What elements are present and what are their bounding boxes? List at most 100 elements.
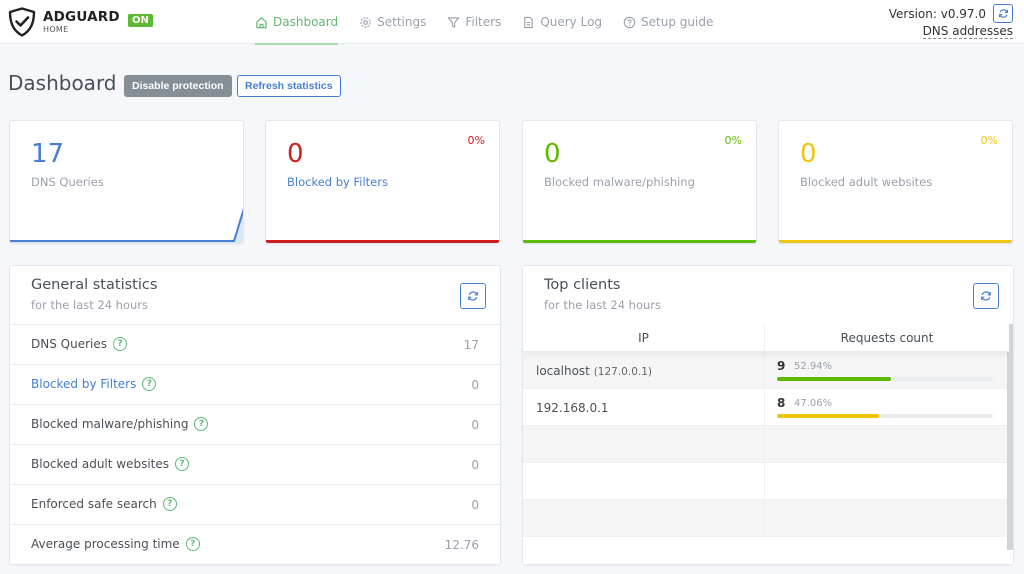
table-row: 192.168.0.1 8 47.06% [523, 389, 1009, 426]
nav-settings-label: Settings [377, 15, 427, 29]
stats-row-value: 12.76 [444, 538, 479, 552]
top-clients-panel: Top clients for the last 24 hours IP Req… [522, 265, 1014, 565]
general-stats-list: DNS Queries? 17 Blocked by Filters? 0 Bl… [10, 324, 500, 564]
page-title: Dashboard [8, 71, 117, 95]
stats-row-value: 0 [471, 378, 479, 392]
stat-label: DNS Queries [31, 175, 104, 189]
nav-setup-guide[interactable]: Setup guide [623, 0, 713, 44]
help-circle-icon [623, 16, 636, 28]
stat-percent: 0% [980, 134, 998, 147]
nav-filters[interactable]: Filters [447, 0, 501, 44]
stat-value: 0 [544, 139, 561, 169]
stats-row-label: DNS Queries [31, 337, 107, 351]
dns-addresses-link[interactable]: DNS addresses [922, 25, 1013, 39]
request-count: 8 [777, 396, 786, 410]
home-icon [256, 16, 267, 28]
stat-label: Blocked adult websites [800, 175, 933, 189]
help-icon[interactable]: ? [162, 497, 177, 511]
filter-icon [448, 16, 460, 28]
nav-settings[interactable]: Settings [359, 0, 426, 44]
stats-row-value: 0 [471, 418, 479, 432]
panel-subtitle: for the last 24 hours [544, 298, 662, 312]
client-name: 192.168.0.1 [536, 401, 609, 415]
panel-subtitle: for the last 24 hours [31, 298, 149, 312]
protection-status-badge: ON [128, 14, 153, 27]
request-progress-fill [777, 377, 892, 381]
help-icon[interactable]: ? [112, 337, 127, 351]
refresh-icon [468, 291, 478, 301]
nav-query-log[interactable]: Query Log [522, 0, 602, 44]
sparkline-line [10, 208, 243, 242]
table-row-empty [523, 500, 1009, 537]
stat-card-blocked-filters: 0 Blocked by Filters 0% [265, 120, 500, 244]
nav-query-log-label: Query Log [540, 15, 603, 29]
request-percent: 52.94% [794, 361, 833, 372]
panel-title: General statistics [31, 277, 158, 293]
adguard-shield-logo-icon [8, 7, 36, 37]
stats-row-blocked-malware: Blocked malware/phishing? 0 [10, 404, 500, 444]
stat-label: Blocked malware/phishing [544, 175, 695, 189]
refresh-top-clients-button[interactable] [973, 283, 999, 309]
stat-card-blocked-malware: 0 Blocked malware/phishing 0% [522, 120, 757, 244]
main-nav: Dashboard Settings Filters Query Log Set… [255, 0, 734, 45]
request-progress-track [777, 377, 993, 381]
stats-row-value: 0 [471, 458, 479, 472]
document-icon [524, 16, 534, 28]
gear-icon [360, 16, 371, 28]
request-progress-fill [777, 414, 879, 418]
stats-row-value: 17 [463, 338, 479, 352]
help-icon[interactable]: ? [175, 457, 190, 471]
refresh-icon [981, 291, 991, 301]
disable-protection-button[interactable]: Disable protection [124, 75, 232, 97]
brand-name: ADGUARD [43, 9, 120, 25]
stat-value: 17 [31, 139, 65, 169]
nav-dashboard[interactable]: Dashboard [255, 0, 339, 45]
table-row: localhost (127.0.0.1) 9 52.94% [523, 352, 1009, 389]
help-icon[interactable]: ? [142, 377, 157, 391]
version-label: Version: v0.97.0 [888, 7, 986, 21]
stats-row-value: 0 [471, 498, 479, 512]
help-icon[interactable]: ? [194, 417, 209, 431]
request-count: 9 [777, 359, 786, 373]
brand-subtitle: HOME [43, 25, 69, 34]
stats-row-safe-search: Enforced safe search? 0 [10, 484, 500, 524]
refresh-icon [998, 9, 1008, 18]
refresh-general-stats-button[interactable] [460, 283, 486, 309]
nav-dashboard-label: Dashboard [273, 15, 339, 29]
stats-row-label: Average processing time [31, 537, 180, 551]
nav-filters-label: Filters [465, 15, 502, 29]
column-header-requests[interactable]: Requests count [765, 324, 1009, 352]
stat-value: 0 [287, 139, 304, 169]
refresh-statistics-button[interactable]: Refresh statistics [237, 75, 341, 97]
request-progress-track [777, 414, 993, 418]
client-name: localhost [536, 364, 590, 378]
stats-row-blocked-adult: Blocked adult websites? 0 [10, 444, 500, 484]
stat-card-dns-queries: 17 DNS Queries [9, 120, 244, 244]
check-updates-button[interactable] [993, 4, 1013, 23]
sparkline-area [10, 211, 243, 243]
table-row-empty [523, 463, 1009, 500]
stat-card-blocked-adult: 0 Blocked adult websites 0% [778, 120, 1013, 244]
stat-percent: 0% [724, 134, 742, 147]
nav-setup-guide-label: Setup guide [641, 15, 714, 29]
request-percent: 47.06% [794, 398, 833, 409]
stat-percent: 0% [467, 134, 485, 147]
stats-row-label: Blocked malware/phishing [31, 417, 189, 431]
stat-color-bar [779, 240, 1012, 243]
top-clients-table: IP Requests count localhost (127.0.0.1) … [523, 324, 1009, 550]
stat-color-bar [266, 240, 499, 243]
column-header-ip[interactable]: IP [523, 324, 765, 352]
general-statistics-panel: General statistics for the last 24 hours… [9, 265, 501, 565]
top-header: ADGUARD HOME ON Dashboard Settings Filte… [0, 0, 1024, 45]
table-scrollbar[interactable] [1007, 324, 1013, 550]
stat-value: 0 [800, 139, 817, 169]
scrollbar-thumb[interactable] [1007, 324, 1013, 550]
table-header: IP Requests count [523, 324, 1009, 352]
table-row-empty [523, 426, 1009, 463]
help-icon[interactable]: ? [185, 537, 200, 551]
stats-row-label-link[interactable]: Blocked by Filters [31, 377, 136, 391]
stats-row-label: Enforced safe search [31, 497, 157, 511]
stats-row-label: Blocked adult websites [31, 457, 170, 471]
stats-row-dns-queries: DNS Queries? 17 [10, 324, 500, 364]
stat-label[interactable]: Blocked by Filters [287, 175, 388, 189]
